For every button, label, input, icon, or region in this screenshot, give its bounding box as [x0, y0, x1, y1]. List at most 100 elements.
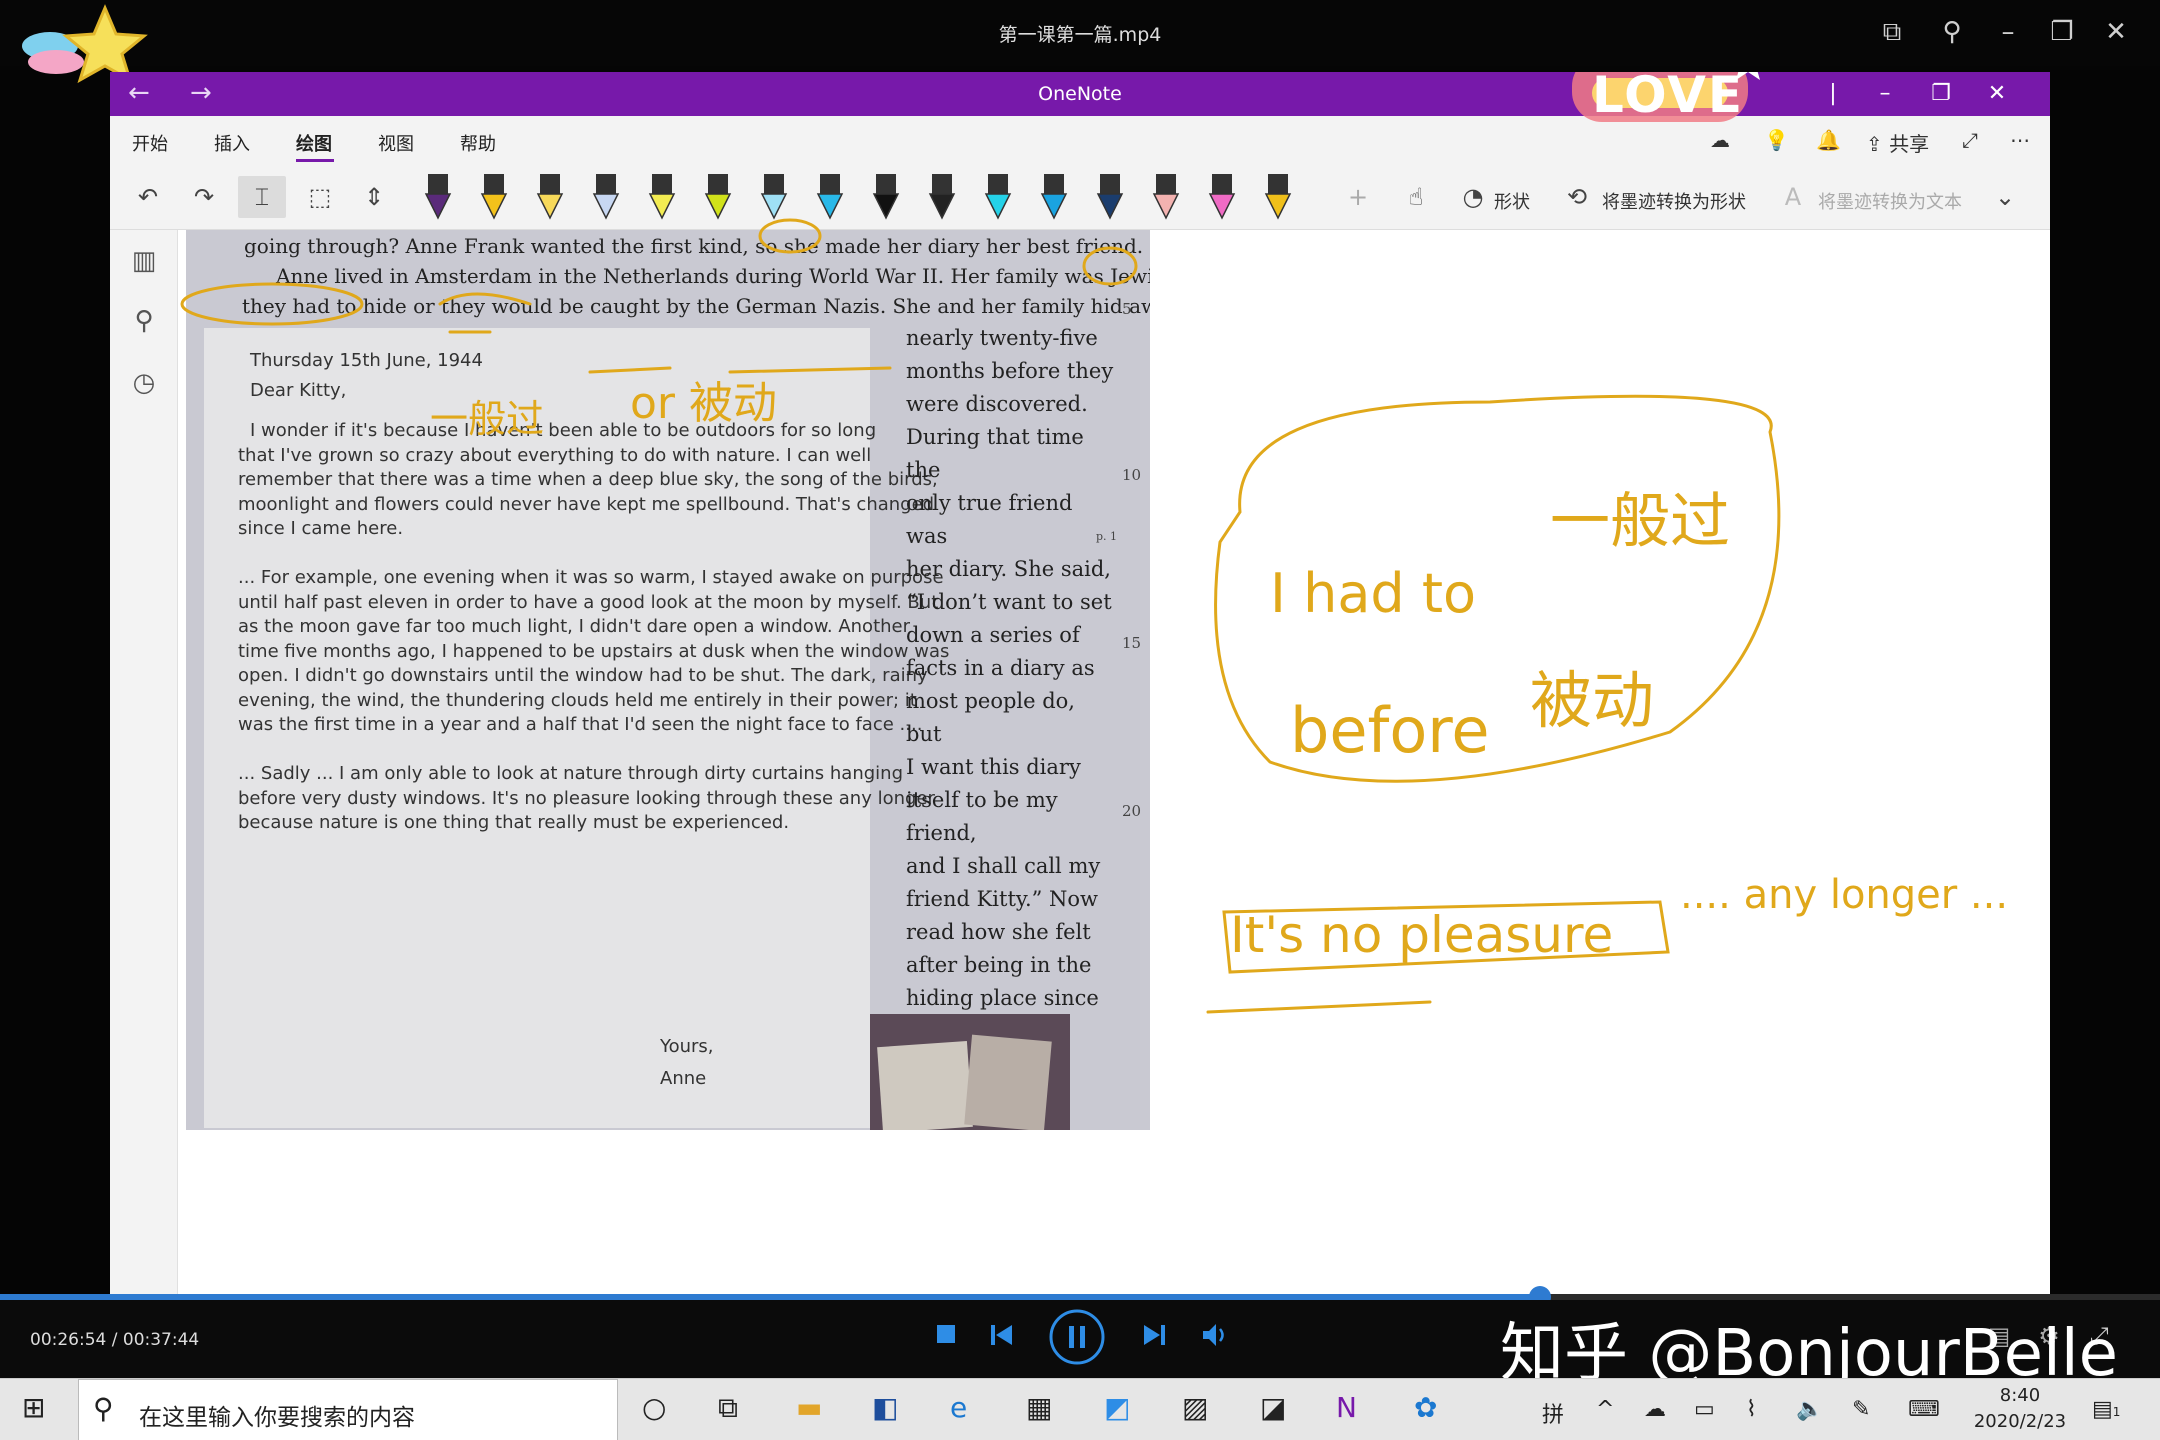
pause-button[interactable] [1048, 1308, 1106, 1366]
tab-insert[interactable]: 插入 [214, 130, 250, 156]
diary-date: Thursday 15th June, 1944 [250, 350, 483, 371]
onenote-restore-button[interactable]: ❐ [1918, 78, 1964, 110]
touch-draw-icon[interactable]: ☝ [1396, 176, 1436, 218]
app-icon-teal[interactable]: ◩ [1104, 1391, 1130, 1424]
pen-16[interactable] [1260, 172, 1296, 222]
lightbulb-icon[interactable]: 💡 [1764, 128, 1789, 152]
tab-view[interactable]: 视图 [378, 130, 414, 156]
pen-13[interactable] [1092, 172, 1128, 222]
active-tab-indicator [296, 159, 334, 162]
ime-indicator[interactable]: 拼 [1542, 1397, 1564, 1429]
onenote-taskbar-icon[interactable]: N [1336, 1391, 1357, 1424]
book-right-column: nearly twenty-five months before they were… [906, 322, 1116, 1048]
pen-workspace-icon[interactable]: ✎ [1852, 1397, 1870, 1422]
more-icon[interactable]: ⋯ [2010, 128, 2030, 152]
ribbon-expand-icon[interactable]: ⌄ [1990, 176, 2020, 218]
ink-to-shape-button[interactable]: 将墨迹转换为形状 [1602, 188, 1746, 214]
pen-8[interactable] [812, 172, 848, 222]
pen-4[interactable] [588, 172, 624, 222]
previous-icon [991, 1325, 1012, 1345]
onedrive-icon[interactable]: ☁ [1644, 1397, 1666, 1422]
windows-start-icon[interactable]: ⊞ [22, 1391, 45, 1424]
diary-line: I wonder if it's because I haven't been … [250, 420, 877, 441]
cortana-icon[interactable]: ○ [642, 1391, 666, 1424]
type-select-icon[interactable]: ⌶ [238, 176, 286, 218]
line-number-5: 5 [1122, 300, 1132, 318]
battery-icon[interactable]: ▭ [1694, 1397, 1715, 1422]
share-button[interactable]: ⇪ 共享 [1866, 128, 1929, 157]
book-column-line: hiding place since [906, 986, 1099, 1010]
book-column-line: down a series of [906, 623, 1080, 647]
task-view-icon[interactable]: ⧉ [718, 1391, 738, 1425]
pen-7[interactable] [756, 172, 792, 222]
previous-button[interactable] [988, 1322, 1014, 1348]
diary-line: before very dusty windows. It's no pleas… [238, 787, 935, 809]
book-column-line: I want this diary [906, 755, 1081, 779]
edge-browser-icon[interactable]: e [950, 1391, 967, 1424]
ink-phrase-box [1222, 900, 1670, 974]
add-space-icon[interactable]: ⇕ [354, 176, 394, 218]
pen-1[interactable] [420, 172, 456, 222]
redo-icon[interactable]: ↷ [184, 176, 224, 218]
pen-5[interactable] [644, 172, 680, 222]
player-title: 第一课第一篇.mp4 [998, 24, 1162, 46]
add-pen-icon[interactable]: + [1338, 176, 1378, 218]
ink-before: before [1290, 694, 1490, 767]
line-number-20: 20 [1122, 802, 1142, 820]
video-player-taskbar-icon[interactable]: ✿ [1414, 1391, 1437, 1424]
stop-button[interactable] [934, 1322, 958, 1346]
taskbar-search[interactable]: ⚲ 在这里输入你要搜索的内容 [78, 1379, 618, 1440]
onenote-close-button[interactable]: ✕ [1974, 78, 2020, 110]
playback-time: 00:26:54 / 00:37:44 [30, 1330, 200, 1350]
ink-to-shape-icon[interactable]: ⟲ [1562, 176, 1592, 218]
bell-icon[interactable]: 🔔 [1816, 128, 1841, 152]
shapes-icon[interactable]: ◔ [1458, 176, 1488, 218]
ink-to-text-button[interactable]: 将墨迹转换为文本 [1818, 188, 1962, 214]
pin-icon[interactable]: ⚲ [1932, 14, 1972, 50]
tab-home[interactable]: 开始 [132, 130, 168, 156]
file-explorer-icon[interactable]: ▬ [796, 1391, 822, 1424]
pen-12[interactable] [1036, 172, 1072, 222]
photos-icon[interactable]: ▨ [1182, 1391, 1208, 1424]
tab-draw[interactable]: 绘图 [296, 130, 332, 156]
player-minimize-button[interactable]: – [1988, 14, 2028, 50]
diary-line: until half past eleven in order to have … [238, 591, 939, 613]
tray-expand-icon[interactable]: ^ [1596, 1397, 1614, 1422]
pen-9[interactable] [868, 172, 904, 222]
pen-10[interactable] [924, 172, 960, 222]
whiteboard-icon[interactable]: ◪ [1260, 1391, 1286, 1424]
diary-line: moonlight and flowers could never have k… [238, 493, 935, 515]
love-sticker-text: LOVE [1592, 72, 1745, 124]
pen-2[interactable] [476, 172, 512, 222]
notification-center-icon[interactable]: ▤1 [2092, 1397, 2120, 1422]
volume-button[interactable] [1200, 1320, 1230, 1350]
pen-3[interactable] [532, 172, 568, 222]
keyboard-icon[interactable]: ⌨ [1908, 1397, 1940, 1422]
notebooks-icon[interactable]: ▥ [128, 246, 160, 278]
player-maximize-button[interactable]: ❐ [2042, 14, 2082, 50]
store-icon[interactable]: ▦ [1026, 1391, 1052, 1424]
fullscreen-icon[interactable]: ⤢ [1962, 128, 1978, 152]
player-close-button[interactable]: ✕ [2096, 14, 2136, 50]
search-icon[interactable]: ⚲ [128, 306, 160, 338]
next-button[interactable] [1142, 1322, 1168, 1348]
onenote-minimize-button[interactable]: – [1862, 78, 1908, 110]
wifi-icon[interactable]: ⌇ [1746, 1397, 1757, 1422]
undo-icon[interactable]: ↶ [128, 176, 168, 218]
tab-help[interactable]: 帮助 [460, 130, 496, 156]
diary-line: that I've grown so crazy about everythin… [238, 444, 872, 466]
pen-11[interactable] [980, 172, 1016, 222]
screenshot-icon[interactable]: ⧉ [1872, 14, 1912, 50]
pen-15[interactable] [1204, 172, 1240, 222]
diary-line: open. I didn't go downstairs until the w… [238, 665, 928, 686]
recent-clock-icon[interactable]: ◷ [128, 368, 160, 400]
book-line-1: going through? Anne Frank wanted the fir… [244, 234, 1144, 258]
taskbar-clock[interactable]: 8:40 2020/2/23 [1960, 1383, 2080, 1435]
pen-14[interactable] [1148, 172, 1184, 222]
speaker-icon[interactable]: 🔈 [1796, 1397, 1823, 1422]
taskbar-search-placeholder: 在这里输入你要搜索的内容 [139, 1405, 415, 1431]
pen-6[interactable] [700, 172, 736, 222]
app-icon-blue[interactable]: ◧ [872, 1391, 898, 1424]
lasso-select-icon[interactable]: ⬚ [300, 176, 340, 218]
shapes-label[interactable]: 形状 [1494, 188, 1530, 214]
